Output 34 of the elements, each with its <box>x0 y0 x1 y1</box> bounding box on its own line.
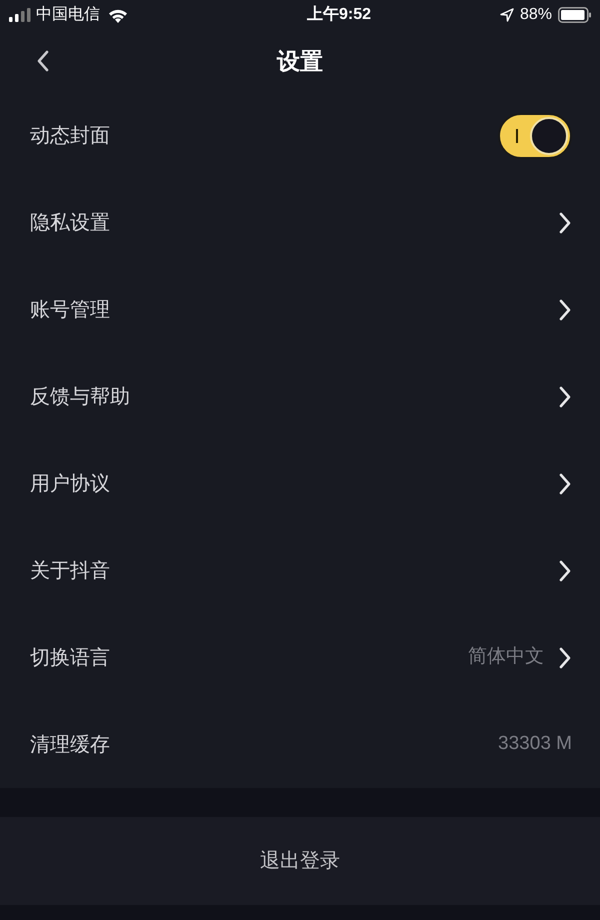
toggle-switch[interactable] <box>498 112 572 158</box>
row-label: 动态封面 <box>30 124 110 148</box>
settings-row[interactable]: 用户协议 <box>0 440 600 527</box>
settings-row[interactable]: 隐私设置 <box>0 179 600 266</box>
chevron-right-icon <box>558 386 572 408</box>
battery-icon <box>558 7 592 23</box>
settings-row[interactable]: 切换语言 简体中文 <box>0 614 600 701</box>
settings-row[interactable]: 账号管理 <box>0 266 600 353</box>
settings-row[interactable]: 动态封面 <box>0 92 600 179</box>
row-label: 隐私设置 <box>30 210 110 236</box>
back-icon <box>36 50 50 72</box>
chevron-right-icon <box>558 212 572 234</box>
chevron-right-icon <box>558 472 572 494</box>
page-title: 设置 <box>277 46 323 76</box>
row-label: 切换语言 <box>30 646 110 670</box>
row-label: 关于抖音 <box>30 558 110 584</box>
row-label: 账号管理 <box>30 298 110 322</box>
row-value: 简体中文 <box>468 645 544 670</box>
signal-icon <box>8 8 32 22</box>
settings-row[interactable]: 清理缓存 33303 M <box>0 701 600 788</box>
row-value: 33303 M <box>498 732 572 756</box>
chevron-right-icon <box>558 560 572 582</box>
status-time: 上午9:52 <box>306 4 371 25</box>
settings-row[interactable]: 反馈与帮助 <box>0 353 600 440</box>
location-arrow-icon <box>500 8 514 22</box>
battery-percent: 88% <box>520 5 552 25</box>
row-label: 反馈与帮助 <box>30 384 130 410</box>
settings-row[interactable]: 关于抖音 <box>0 527 600 614</box>
row-label: 用户协议 <box>30 472 110 496</box>
chevron-right-icon <box>558 298 572 320</box>
row-label: 清理缓存 <box>30 732 110 758</box>
carrier-name: 中国电信 <box>36 4 100 25</box>
wifi-icon <box>108 8 128 22</box>
chevron-right-icon <box>558 646 572 668</box>
